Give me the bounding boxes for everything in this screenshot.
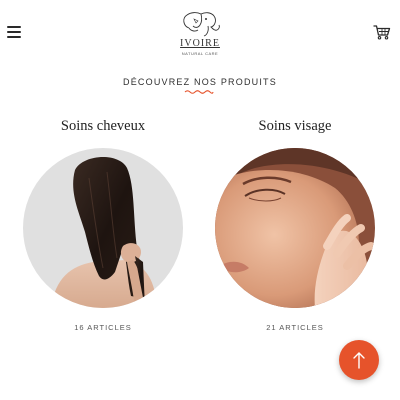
category-image-face[interactable]	[215, 148, 375, 308]
category-card-hair[interactable]: Soins cheveux 16 ARTICLES	[22, 118, 184, 338]
decorative-squiggle-icon	[184, 90, 214, 94]
brand-logo[interactable]: IVOIRE NATURAL CARE	[165, 10, 235, 60]
elephant-logo-icon	[183, 12, 220, 37]
logo-name: IVOIRE	[180, 38, 220, 49]
category-article-count: 16 ARTICLES	[74, 323, 132, 332]
arrow-up-icon	[353, 352, 365, 369]
category-article-count: 21 ARTICLES	[266, 323, 324, 332]
category-title: Soins visage	[258, 118, 332, 134]
category-title: Soins cheveux	[60, 118, 146, 134]
logo-tagline: NATURAL CARE	[181, 51, 219, 56]
section-title: DÉCOUVREZ NOS PRODUITS	[123, 77, 277, 87]
scroll-to-top-button[interactable]	[339, 340, 379, 380]
shopping-cart-icon[interactable]	[373, 24, 391, 40]
category-image-hair[interactable]	[23, 148, 183, 308]
site-header: IVOIRE NATURAL CARE	[0, 0, 400, 64]
category-card-face[interactable]: Soins visage 21 ARTICLES	[214, 118, 376, 338]
hamburger-menu-icon[interactable]	[7, 26, 21, 38]
